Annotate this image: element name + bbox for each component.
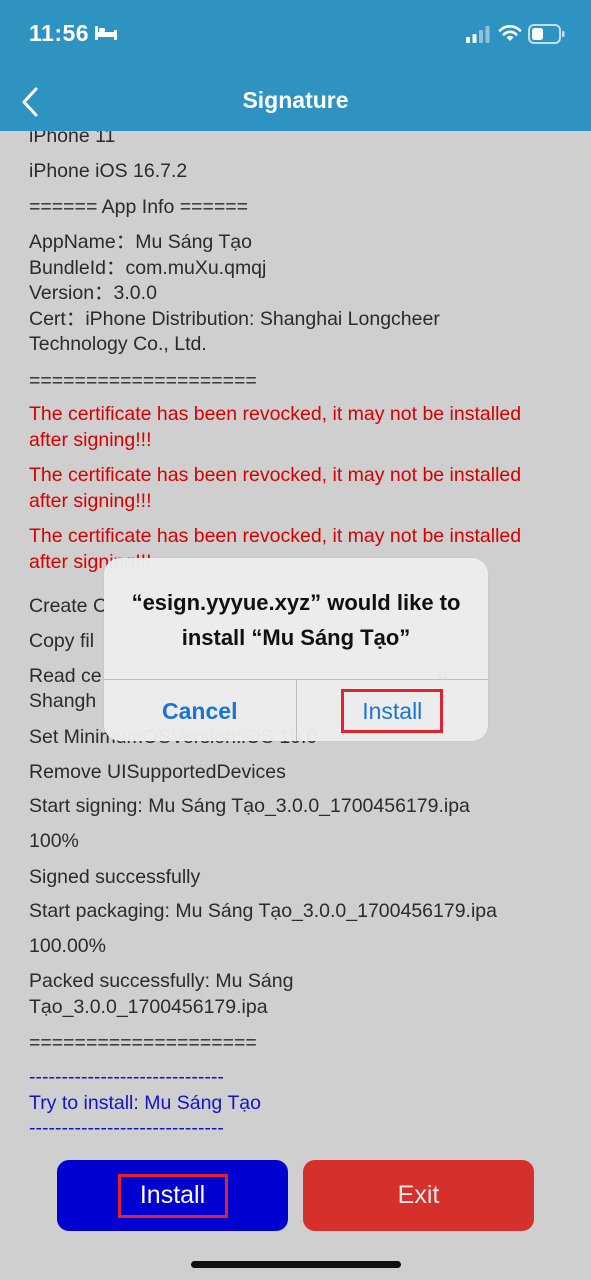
cellular-signal-icon — [466, 26, 490, 43]
install-status: Try to install: Mu Sáng Tạo — [29, 1092, 261, 1114]
alert-install-label: Install — [341, 689, 444, 733]
alert-cancel-button[interactable]: Cancel — [104, 680, 297, 741]
install-button-label: Install — [117, 1173, 228, 1218]
log-line: ==================== — [29, 370, 257, 392]
alert-button-row: Cancel Install — [104, 679, 488, 741]
certificate-warning: The certificate has been revocked, it ma… — [29, 464, 522, 512]
app-info-block: AppName：Mu Sáng Tạo BundleId：com.muXu.qm… — [29, 231, 440, 355]
home-indicator[interactable] — [191, 1261, 401, 1268]
battery-icon — [528, 24, 565, 44]
navigation-bar: 11:56 Signature — [0, 0, 591, 131]
page-title: Signature — [242, 87, 349, 113]
install-alert-dialog: “esign.yyyue.xyz” would like to install … — [104, 558, 488, 741]
install-button[interactable]: Install — [57, 1160, 288, 1231]
bed-icon — [95, 26, 117, 40]
log-line: Remove UISupportedDevices — [29, 761, 286, 783]
log-line: Signed successfully — [29, 866, 201, 888]
alert-cancel-label: Cancel — [162, 697, 238, 724]
log-line: Start packaging: Mu Sáng Tạo_3.0.0_17004… — [29, 900, 497, 922]
log-line: ------------------------------ — [29, 1066, 224, 1088]
wifi-icon — [498, 25, 522, 41]
log-line: 100% — [29, 830, 79, 852]
log-line: Start signing: Mu Sáng Tạo_3.0.0_1700456… — [29, 795, 470, 817]
log-line: ====== App Info ====== — [29, 196, 249, 218]
exit-button[interactable]: Exit — [303, 1160, 534, 1231]
log-line: 100.00% — [29, 935, 106, 957]
log-line: ------------------------------ — [29, 1117, 224, 1139]
alert-install-button[interactable]: Install — [297, 680, 489, 741]
exit-button-label: Exit — [397, 1181, 440, 1209]
status-time: 11:56 — [29, 20, 90, 46]
log-line: ==================== — [29, 1032, 257, 1054]
log-line: iPhone 11 — [29, 131, 116, 147]
log-line: iPhone iOS 16.7.2 — [29, 160, 188, 182]
certificate-warning: The certificate has been revocked, it ma… — [29, 403, 522, 451]
log-line: Packed successfully: Mu Sáng Tạo_3.0.0_1… — [29, 970, 294, 1018]
alert-title: “esign.yyyue.xyz” would like to install … — [131, 590, 461, 650]
